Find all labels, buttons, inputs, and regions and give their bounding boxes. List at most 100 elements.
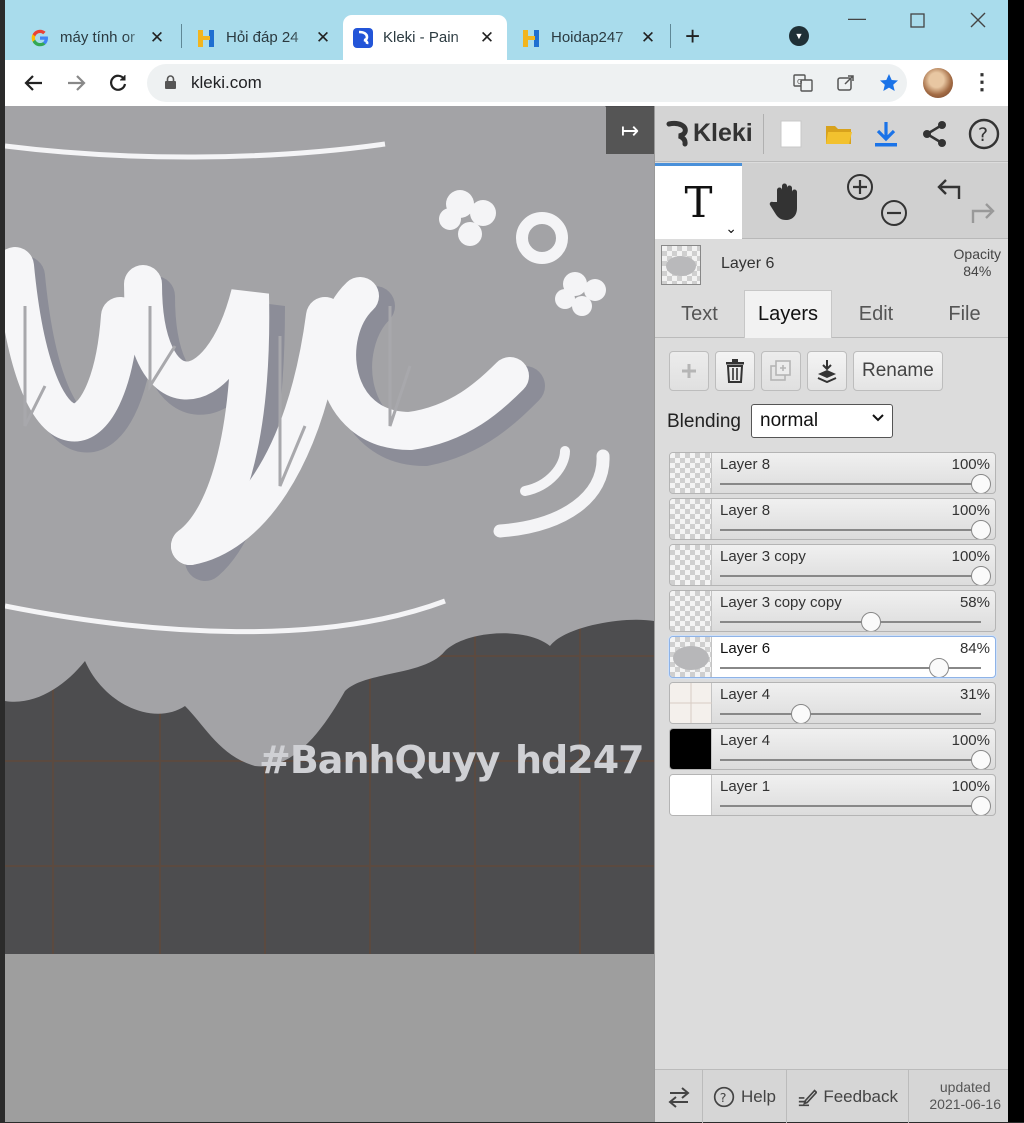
tab-edit[interactable]: Edit [832,290,920,338]
panel-tabs: Text Layers Edit File [655,290,1009,338]
opacity-label: Opacity [953,246,1001,262]
canvas-artwork [5,106,654,1122]
opacity-slider-knob[interactable] [929,658,950,677]
zoom-in-icon[interactable] [846,173,874,201]
current-layer-thumbnail [661,245,701,285]
layer-actions: Rename [669,351,943,391]
layer-row[interactable]: Layer 8 100% [669,452,996,494]
opacity-slider-track[interactable] [720,575,981,577]
duplicate-layer-button[interactable] [761,351,801,391]
opacity-slider-track[interactable] [720,483,981,485]
add-layer-button[interactable] [669,351,709,391]
zoom-out-icon[interactable] [880,199,908,227]
tab-kleki[interactable]: Kleki - Pain ✕ [343,15,507,60]
share-page-icon[interactable] [835,72,857,94]
layer-row[interactable]: Layer 8 100% [669,498,996,540]
opacity-slider-track[interactable] [720,759,981,761]
forward-icon[interactable] [61,68,91,98]
redo-icon[interactable] [969,199,997,225]
close-icon[interactable]: ✕ [313,28,333,48]
opacity-slider-knob[interactable] [971,566,991,585]
tab-hoidap[interactable]: Hỏi đáp 24 ✕ [186,15,343,60]
hand-icon [769,183,797,220]
delete-layer-button[interactable] [715,351,755,391]
profile-avatar[interactable] [923,68,953,98]
opacity-slider-knob[interactable] [790,704,811,723]
blending-select[interactable]: normal [751,404,893,438]
merge-down-button[interactable] [807,351,847,391]
current-layer-name: Layer 6 [721,255,775,272]
trash-icon [726,359,744,383]
opacity-slider-track[interactable] [720,529,981,531]
tab-hoidap247[interactable]: Hoidap247 ✕ [511,15,668,60]
opacity-slider-track[interactable] [720,805,981,807]
opacity-slider-knob[interactable] [971,474,991,493]
tab-google[interactable]: máy tính or ✕ [20,15,177,60]
lock-icon[interactable] [165,75,176,89]
layer-opacity: 100% [951,456,990,473]
layer-row[interactable]: Layer 3 copy copy 58% [669,590,996,632]
zoom-tool [832,163,920,239]
layer-row[interactable]: Layer 6 84% [669,636,996,678]
tab-search-icon[interactable]: ▼ [789,26,809,46]
chevron-down-icon[interactable]: ⌄ [725,221,737,237]
layer-row[interactable]: Layer 1 100% [669,774,996,816]
tab-file[interactable]: File [920,290,1009,338]
new-image-icon[interactable] [773,116,809,152]
kleki-logo[interactable]: Kleki [665,118,753,148]
window-close-icon[interactable] [970,12,986,32]
layer-opacity: 58% [959,594,990,611]
address-bar[interactable]: kleki.com G [147,64,907,102]
kleki-footer: ? Help Feedback updated 2021-06-16 [655,1069,1009,1123]
layer-thumbnail [670,453,712,493]
opacity-slider-knob[interactable] [971,750,991,769]
tab-layers[interactable]: Layers [744,290,832,338]
layer-row[interactable]: Layer 4 31% [669,682,996,724]
help-icon[interactable]: ? [966,116,1002,152]
bookmark-star-icon[interactable] [878,72,900,94]
tab-text[interactable]: Text [655,290,744,338]
hoidap-h-icon [196,28,216,48]
new-tab-button[interactable]: + [685,22,700,50]
help-button[interactable]: ? Help [703,1070,787,1123]
maximize-icon[interactable] [910,12,925,32]
layer-row[interactable]: Layer 4 100% [669,728,996,770]
opacity-slider-knob[interactable] [971,796,991,815]
open-folder-icon[interactable] [821,116,857,152]
swap-side-button[interactable] [655,1070,703,1123]
share-icon[interactable] [917,116,953,152]
layer-thumbnail [670,775,712,815]
url-text[interactable]: kleki.com [191,73,262,93]
back-icon[interactable] [19,68,49,98]
opacity-slider-track[interactable] [720,713,981,715]
download-icon[interactable] [868,116,904,152]
svg-text:?: ? [720,1090,727,1105]
hand-tool-button[interactable] [743,163,831,239]
kleki-header: Kleki ? [655,106,1009,162]
drawing-canvas[interactable]: #BanhQuyy hd247 [5,106,654,1122]
rename-button[interactable]: Rename [853,351,943,391]
opacity-slider-track[interactable] [720,621,981,623]
menu-kebab-icon[interactable]: ⋮ [971,69,993,95]
tool-row: T ⌄ [655,163,1009,239]
layer-name: Layer 6 [720,640,771,657]
browser-window: máy tính or ✕ Hỏi đáp 24 ✕ Kleki - Pain … [5,0,1009,1123]
layer-opacity: 100% [951,502,990,519]
current-layer-opacity: Opacity 84% [954,246,1001,280]
feedback-label: Feedback [823,1086,898,1106]
close-icon[interactable]: ✕ [477,28,497,48]
feedback-button[interactable]: Feedback [787,1070,909,1123]
collapse-panel-button[interactable]: ↦ [606,107,654,154]
merge-down-icon [817,360,837,383]
feedback-icon [798,1088,818,1106]
minimize-icon[interactable]: — [848,8,866,28]
opacity-slider-knob[interactable] [971,520,991,539]
opacity-slider-knob[interactable] [861,612,882,631]
reload-icon[interactable] [103,68,133,98]
close-icon[interactable]: ✕ [638,28,658,48]
translate-icon[interactable]: G [792,72,814,94]
close-icon[interactable]: ✕ [147,28,167,48]
layer-row[interactable]: Layer 3 copy 100% [669,544,996,586]
text-tool-button[interactable]: T ⌄ [655,163,742,239]
undo-icon[interactable] [935,175,963,201]
